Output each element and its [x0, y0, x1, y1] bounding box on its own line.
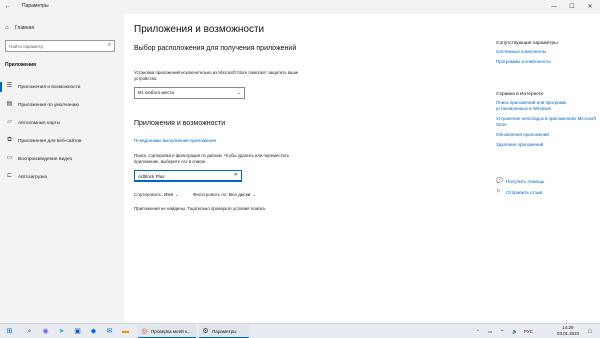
language-indicator[interactable]: РУС	[524, 324, 533, 338]
clear-icon[interactable]: ✕	[234, 172, 238, 178]
task-label: Параметры	[212, 329, 237, 334]
filter-label: Фильтровать по:	[192, 192, 228, 197]
sidebar-item-label: Воспроизведение видео	[18, 156, 73, 162]
dropbox-icon[interactable]: ◆	[88, 326, 99, 337]
maximize-button[interactable]: ☐	[563, 0, 581, 14]
chevron-down-icon: ⌄	[252, 192, 257, 197]
apps-list-icon: ☰	[6, 83, 13, 89]
filter-value: Все диски	[228, 192, 251, 197]
map-icon: ▱	[7, 119, 12, 125]
sidebar: ⌂ Главная ⌕ Приложения ☰ Приложения и воз…	[0, 14, 124, 323]
location-dropdown-value: Из любого места	[138, 90, 175, 95]
mail-icon[interactable]: ✉	[104, 326, 115, 337]
sidebar-item-label: Приложения и возможности	[18, 84, 81, 90]
start-windows-icon[interactable]: ⊞	[4, 326, 15, 337]
search-icon[interactable]: ⌕	[108, 42, 111, 49]
telegram-icon[interactable]: ➤	[56, 326, 67, 337]
sidebar-item-offline-maps[interactable]: ▱ Автономные карты	[0, 114, 124, 132]
no-apps-message: Приложения не найдены. Тщательно проверь…	[134, 206, 266, 211]
taskbar-task-chrome[interactable]: ◎ Проверка моей к...	[138, 325, 196, 338]
related-heading: Сопутствующие параметры	[496, 41, 558, 46]
web-help: Справка в Интернете Поиск приложений или…	[496, 92, 596, 152]
send-feedback-label: Отправить отзыв	[506, 189, 543, 195]
volume-icon[interactable]: 🔈	[512, 324, 518, 338]
search-description: Поиск, сортировка и фильтрация по дискам…	[134, 153, 290, 164]
get-help-link[interactable]: 💬 Получить помощь	[496, 178, 596, 184]
settings-search-input[interactable]	[6, 41, 101, 51]
sidebar-item-video-playback[interactable]: ▭ Воспроизведение видео	[0, 150, 124, 168]
sort-control[interactable]: Сортировать: Имя ⌄	[134, 192, 179, 198]
sidebar-nav: ☰ Приложения и возможности ▤ Приложения …	[0, 78, 124, 186]
sidebar-item-default-apps[interactable]: ▤ Приложения по умолчанию	[0, 96, 124, 114]
chrome-icon: ◎	[141, 328, 148, 335]
task-label: Проверка моей к...	[151, 329, 191, 334]
sidebar-item-label: Автозагрузка	[18, 174, 48, 180]
app-search-input[interactable]	[135, 171, 225, 181]
sort-label: Сортировать:	[134, 192, 163, 197]
web-link-uninstall-apps[interactable]: Удаление приложений	[496, 142, 596, 148]
web-link-troubleshoot-store[interactable]: Устранение неполадок в приложениях Micro…	[496, 116, 596, 128]
window-title: Параметры	[22, 3, 49, 9]
search-icon[interactable]: ⌕	[24, 326, 35, 337]
minimize-button[interactable]: —	[545, 0, 563, 14]
home-icon: ⌂	[5, 25, 9, 31]
apps-heading: Приложения и возможности	[134, 120, 226, 127]
clock-date: 03.01.2023	[557, 331, 579, 336]
related-link-system-components[interactable]: Системные компоненты	[496, 49, 596, 55]
sidebar-item-label: Приложения по умолчанию	[18, 102, 79, 108]
exec-alias-link[interactable]: Псевдонимы выполнения приложения	[134, 138, 216, 143]
chevron-down-icon: ⌄	[174, 192, 179, 197]
close-button[interactable]: ✕	[581, 0, 599, 14]
default-apps-icon: ▤	[6, 101, 13, 107]
title-bar: ← Параметры — ☐ ✕	[0, 0, 600, 14]
send-feedback-link[interactable]: ⚐ Отправить отзыв	[496, 189, 596, 195]
startup-icon: ⊏	[6, 173, 13, 179]
sidebar-item-apps-features[interactable]: ☰ Приложения и возможности	[0, 78, 124, 96]
sort-value: Имя	[164, 192, 173, 197]
battery-icon[interactable]: ▭	[488, 324, 492, 338]
related-settings: Сопутствующие параметры Системные компон…	[496, 41, 596, 69]
taskbar: ⊞ ⌕ ◉ ➤ ▣ ◆ ✉ ▬ ◎ Проверка моей к... ⚙ П…	[0, 323, 600, 338]
viber-icon[interactable]: ◉	[40, 326, 51, 337]
sidebar-item-startup[interactable]: ⊏ Автозагрузка	[0, 168, 124, 186]
home-link[interactable]: ⌂ Главная	[5, 25, 34, 31]
web-apps-icon: ⧉	[7, 137, 12, 143]
home-label: Главная	[15, 25, 35, 31]
taskbar-clock[interactable]: 14:29 03.01.2023	[550, 325, 586, 337]
main-content: Приложения и возможности Выбор расположе…	[124, 14, 600, 323]
web-link-find-apps[interactable]: Поиск приложений или программ, установле…	[496, 100, 596, 112]
related-link-programs-features[interactable]: Программы и компоненты	[496, 59, 596, 65]
location-heading: Выбор расположения для получения приложе…	[134, 45, 297, 52]
chevron-down-icon: ⌄	[236, 90, 241, 96]
back-arrow-icon[interactable]: ←	[3, 2, 13, 12]
settings-gear-icon: ⚙	[202, 328, 209, 335]
sidebar-item-web-apps[interactable]: ⧉ Приложения для веб-сайтов	[0, 132, 124, 150]
page-title: Приложения и возможности	[134, 24, 265, 35]
help-chat-icon: 💬	[496, 178, 503, 184]
tray-chevron-up-icon[interactable]: ⌃	[476, 324, 480, 338]
location-dropdown[interactable]: Из любого места ⌄	[134, 87, 245, 99]
app-search-box[interactable]: ✕	[134, 170, 242, 182]
notifications-icon[interactable]: ☐	[588, 324, 592, 338]
help-feedback: 💬 Получить помощь ⚐ Отправить отзыв	[496, 178, 596, 200]
sidebar-item-label: Приложения для веб-сайтов	[18, 138, 82, 144]
taskbar-task-settings[interactable]: ⚙ Параметры	[199, 325, 249, 338]
get-help-label: Получить помощь	[506, 178, 545, 184]
web-link-app-updates[interactable]: Обновления приложений	[496, 132, 596, 138]
web-help-heading: Справка в Интернете	[496, 92, 544, 97]
settings-search-box[interactable]: ⌕	[5, 40, 115, 52]
store-icon[interactable]: ▣	[72, 326, 83, 337]
sidebar-section-title: Приложения	[5, 62, 37, 68]
sidebar-item-label: Автономные карты	[18, 120, 61, 126]
sort-filter-row: Сортировать: Имя ⌄ Фильтровать по: Все ди…	[134, 192, 256, 198]
feedback-icon: ⚐	[496, 189, 501, 195]
video-icon: ▭	[6, 155, 13, 161]
location-description: Установка приложений исключительно из Mi…	[134, 70, 299, 81]
filter-control[interactable]: Фильтровать по: Все диски ⌄	[193, 192, 256, 198]
file-explorer-icon[interactable]: ▬	[120, 326, 131, 337]
network-icon[interactable]: ⌔	[500, 324, 504, 338]
